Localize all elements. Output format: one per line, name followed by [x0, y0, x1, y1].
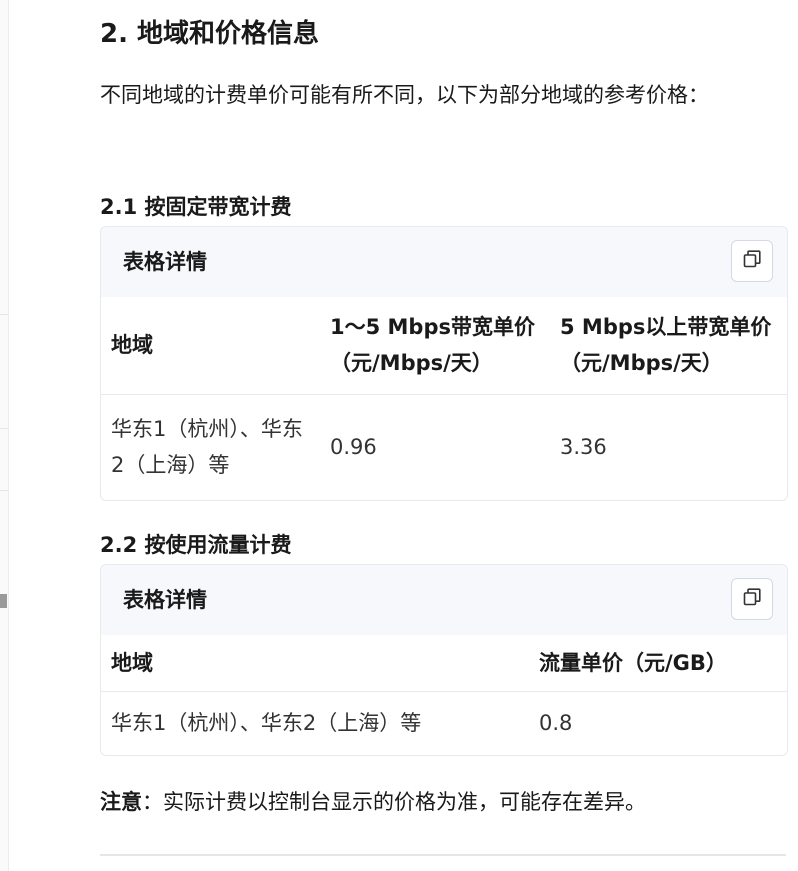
fixed-bandwidth-table-card: 表格详情 地域 1～5 Mbps带宽单价（元/Mbps/天） 5 Mbps以上带…	[100, 226, 788, 501]
table-cell: 3.36	[550, 393, 787, 500]
section-divider	[100, 854, 786, 856]
note-paragraph: 注意：实际计费以控制台显示的价格为准，可能存在差异。	[100, 784, 646, 820]
intro-paragraph: 不同地域的计费单价可能有所不同，以下为部分地域的参考价格：	[100, 83, 709, 107]
table-header-row: 地域 1～5 Mbps带宽单价（元/Mbps/天） 5 Mbps以上带宽单价（元…	[101, 297, 787, 394]
traffic-table: 地域 流量单价（元/GB） 华东1（杭州）、华东2（上海）等 0.8	[101, 635, 787, 755]
column-header: 地域	[111, 650, 153, 675]
table-cell: 0.96	[320, 393, 550, 500]
card-header: 表格详情	[101, 227, 787, 297]
traffic-table-card: 表格详情 地域 流量单价（元/GB） 华东1（杭州）、华东2（上海）等 0.8	[100, 564, 788, 756]
table-cell: 0.8	[529, 690, 787, 755]
resize-handle[interactable]	[0, 594, 7, 608]
column-header: 流量单价（元/GB）	[539, 650, 727, 675]
section-title: 2. 地域和价格信息	[100, 19, 320, 49]
column-header: 地域	[111, 333, 153, 358]
edge-divider	[0, 490, 8, 491]
fixed-bandwidth-heading: 2.1 按固定带宽计费	[100, 195, 292, 219]
table-row: 华东1（杭州）、华东2（上海）等 0.8	[101, 690, 787, 755]
note-text: ：实际计费以控制台显示的价格为准，可能存在差异。	[142, 790, 646, 814]
copy-button[interactable]	[731, 578, 773, 620]
fixed-bandwidth-table: 地域 1～5 Mbps带宽单价（元/Mbps/天） 5 Mbps以上带宽单价（元…	[101, 297, 787, 500]
traffic-heading: 2.2 按使用流量计费	[100, 533, 292, 557]
table-header-row: 地域 流量单价（元/GB）	[101, 635, 787, 691]
copy-button[interactable]	[731, 240, 773, 282]
table-row: 华东1（杭州）、华东2（上海）等 0.96 3.36	[101, 393, 787, 500]
card-title: 表格详情	[123, 250, 207, 274]
edge-divider	[0, 314, 8, 315]
column-header: 5 Mbps以上带宽单价（元/Mbps/天）	[560, 315, 772, 376]
edge-divider	[0, 428, 8, 429]
left-panel-edge	[0, 0, 9, 871]
card-title: 表格详情	[123, 588, 207, 612]
note-label: 注意	[100, 790, 142, 814]
table-cell: 华东1（杭州）、华东2（上海）等	[101, 393, 320, 500]
copy-icon	[742, 587, 762, 611]
column-header: 1～5 Mbps带宽单价（元/Mbps/天）	[330, 315, 535, 376]
table-cell: 华东1（杭州）、华东2（上海）等	[101, 690, 529, 755]
copy-icon	[742, 249, 762, 273]
card-header: 表格详情	[101, 565, 787, 635]
